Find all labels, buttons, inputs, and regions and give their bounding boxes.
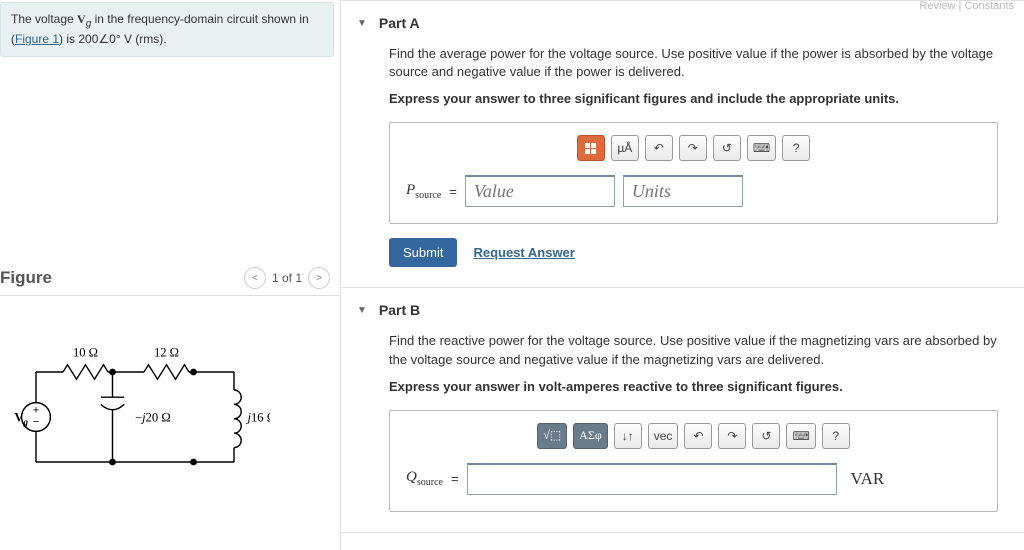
intro-mid: in the frequency-domain circuit shown in xyxy=(91,12,308,26)
part-b-instruction: Find the reactive power for the voltage … xyxy=(389,332,998,368)
figure-prev-button[interactable]: < xyxy=(244,267,266,289)
circuit-diagram: + − xyxy=(0,336,270,489)
undo-button[interactable]: ↶ xyxy=(645,135,673,161)
part-a-lhs: Psource xyxy=(406,182,441,201)
greek-button[interactable]: ΑΣφ xyxy=(573,423,608,449)
equals-sign: = xyxy=(449,184,457,199)
units-button[interactable]: µÅ xyxy=(611,135,639,161)
answer-input[interactable] xyxy=(467,463,837,495)
part-b-header[interactable]: ▼ Part B xyxy=(341,288,1024,332)
svg-text:+: + xyxy=(33,405,39,417)
reset-button[interactable]: ↺ xyxy=(713,135,741,161)
part-a-toolbar: µÅ ↶ ↷ ↺ ⌨ ? xyxy=(406,135,981,161)
figure-next-button[interactable]: > xyxy=(308,267,330,289)
label-zc: −j20 Ω xyxy=(135,411,171,425)
part-b-instruction-units: Express your answer in volt-amperes reac… xyxy=(389,379,998,394)
keyboard-icon: ⌨ xyxy=(753,141,770,155)
request-answer-link[interactable]: Request Answer xyxy=(473,245,574,260)
equals-sign: = xyxy=(451,471,459,486)
label-r2: 12 Ω xyxy=(154,346,179,360)
templates-button[interactable]: √⬚ xyxy=(537,423,567,449)
reset-icon: ↺ xyxy=(722,141,732,155)
svg-text:−: − xyxy=(33,416,39,428)
undo-icon: ↶ xyxy=(654,141,664,155)
units-input[interactable] xyxy=(623,175,743,207)
unit-suffix: VAR xyxy=(851,469,885,489)
review-link[interactable]: Review xyxy=(919,0,955,12)
collapse-icon: ▼ xyxy=(357,305,367,316)
help-button[interactable]: ? xyxy=(782,135,810,161)
submit-button[interactable]: Submit xyxy=(389,238,457,267)
part-b-title: Part B xyxy=(379,302,420,318)
templates-button[interactable] xyxy=(577,135,605,161)
figure-page: 1 of 1 xyxy=(272,271,302,285)
label-zl: j16 Ω xyxy=(246,411,270,425)
collapse-icon: ▼ xyxy=(357,18,367,29)
keyboard-icon: ⌨ xyxy=(792,429,809,443)
part-b-toolbar: √⬚ ΑΣφ ↓↑ vec ↶ ↷ ↺ ⌨ ? xyxy=(406,423,981,449)
figure-link[interactable]: Figure 1 xyxy=(15,32,59,46)
reset-icon: ↺ xyxy=(761,429,771,443)
figure-pane: + − xyxy=(0,295,340,492)
figure-title: Figure xyxy=(0,268,52,288)
part-a-instruction: Find the average power for the voltage s… xyxy=(389,45,998,81)
redo-icon: ↷ xyxy=(688,141,698,155)
label-r1: 10 Ω xyxy=(73,346,98,360)
part-a-title: Part A xyxy=(379,15,420,31)
redo-icon: ↷ xyxy=(727,429,737,443)
redo-button[interactable]: ↷ xyxy=(718,423,746,449)
reset-button[interactable]: ↺ xyxy=(752,423,780,449)
intro-prefix: The voltage xyxy=(11,12,77,26)
keyboard-button[interactable]: ⌨ xyxy=(747,135,776,161)
part-a-instruction-units: Express your answer to three significant… xyxy=(389,91,998,106)
part-b-lhs: Qsource xyxy=(406,469,443,488)
top-links: Review | Constants xyxy=(919,0,1014,12)
constants-link[interactable]: Constants xyxy=(964,0,1014,12)
help-button[interactable]: ? xyxy=(822,423,850,449)
part-b-answer-box: √⬚ ΑΣφ ↓↑ vec ↶ ↷ ↺ ⌨ ? Qsource = xyxy=(389,410,998,512)
keyboard-button[interactable]: ⌨ xyxy=(786,423,815,449)
redo-button[interactable]: ↷ xyxy=(679,135,707,161)
undo-button[interactable]: ↶ xyxy=(684,423,712,449)
undo-icon: ↶ xyxy=(693,429,703,443)
problem-intro: The voltage Vg in the frequency-domain c… xyxy=(0,2,334,57)
value-input[interactable] xyxy=(465,175,615,207)
vec-button[interactable]: vec xyxy=(648,423,679,449)
subsup-button[interactable]: ↓↑ xyxy=(614,423,642,449)
part-a-answer-box: µÅ ↶ ↷ ↺ ⌨ ? Psource = xyxy=(389,122,998,224)
